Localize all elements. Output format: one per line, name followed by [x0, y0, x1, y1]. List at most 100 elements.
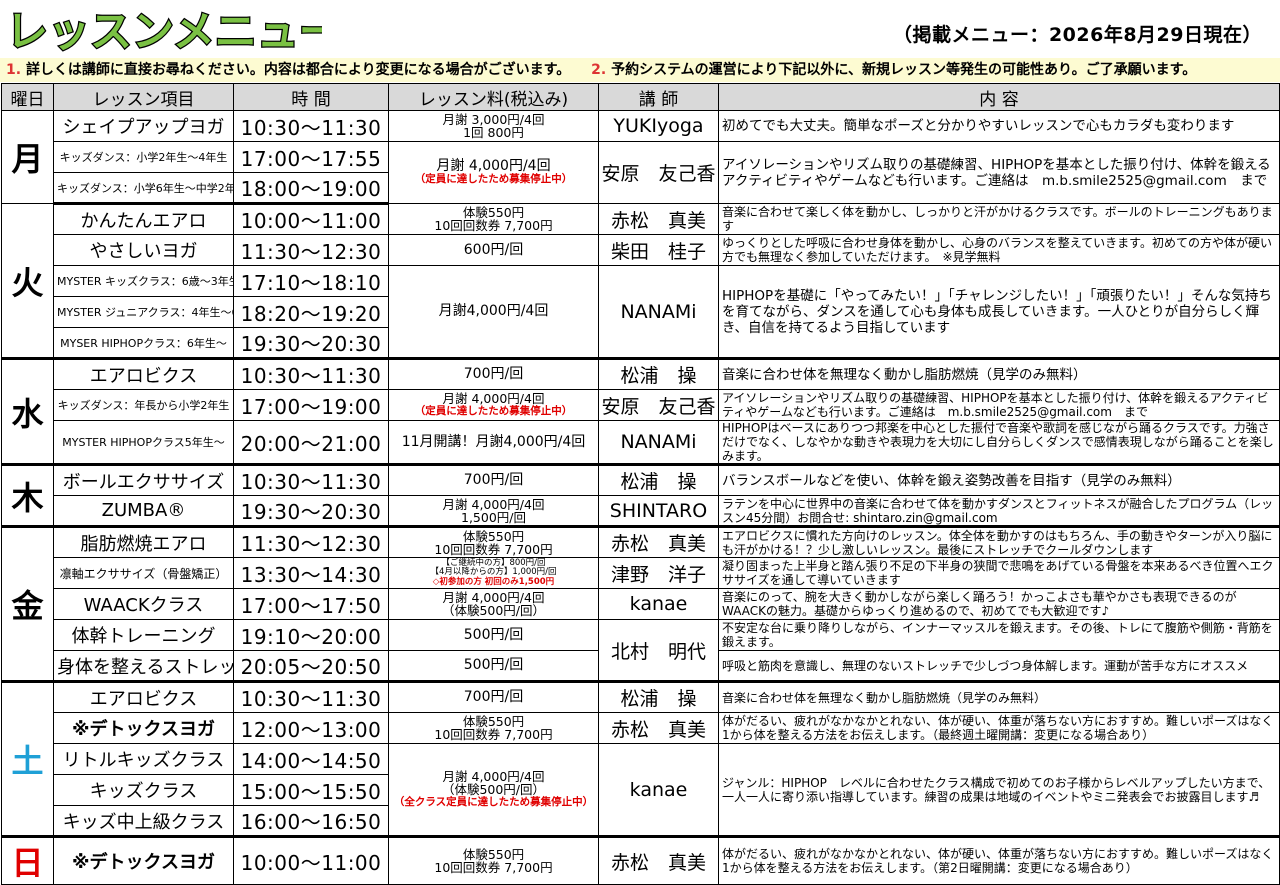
lesson-content: 初めてでも大丈夫。簡単なポーズと分かりやすいレッスンで心もカラダも変わります	[718, 110, 1280, 142]
lesson-content: HIPHOPはベースにありつつ邦楽を中心とした振付で音楽や歌詞を感じながら踊るク…	[718, 420, 1280, 466]
col-content: 内 容	[718, 83, 1280, 111]
lesson-name: 身体を整えるストレッチ	[53, 650, 234, 683]
lesson-time: 19:30～20:30	[233, 327, 389, 360]
lesson-time: 11:30～12:30	[233, 234, 389, 266]
lesson-content: エアロビクスに慣れた方向けのレッスン。体全体を動かすのはもちろん、手の動きやター…	[718, 526, 1280, 558]
lesson-time: 14:00～14:50	[233, 743, 389, 775]
col-time: 時 間	[233, 83, 389, 111]
table-row: 金 脂肪燃焼エアロ 11:30～12:30 体験550円 10回回数券 7,700…	[1, 526, 1280, 683]
lesson-fee: 700円/回	[388, 681, 599, 713]
lesson-teacher: 赤松 真美	[598, 712, 719, 744]
col-lesson: レッスン項目	[53, 83, 234, 111]
lesson-name: ボールエクササイズ	[53, 464, 234, 496]
table-row: キッズダンス：小学2年生～4年生 17:00～17:55 月謝 4,000円/4…	[2, 141, 1280, 204]
lesson-time: 17:10～18:10	[233, 265, 389, 297]
lesson-time: 11:30～12:30	[233, 526, 389, 558]
lesson-name: ※デトックスヨガ	[53, 712, 234, 744]
notice-2-number: 2.	[591, 62, 607, 78]
lesson-content: 体がだるい、疲れがなかなかとれない、体が硬い、体重が落ちない方におすすめ。難しい…	[718, 836, 1280, 885]
lesson-fee: 500円/回	[388, 650, 599, 683]
lesson-content: 凝り固まった上半身と踏ん張り不足の下半身の狭間で悲鳴をあげている骨盤を本来あるべ…	[718, 557, 1280, 589]
lesson-name: エアロビクス	[53, 681, 234, 713]
lesson-time: 15:00～15:50	[233, 774, 389, 806]
lesson-teacher: 北村 明代	[598, 619, 719, 683]
lesson-fee: 月謝 3,000円/4回 1回 800円	[388, 110, 599, 142]
lesson-name: かんたんエアロ	[53, 203, 234, 235]
day-sunday: 日	[1, 836, 54, 885]
lesson-name: やさしいヨガ	[53, 234, 234, 266]
lesson-time: 10:30～11:30	[233, 464, 389, 496]
table-row: 水 エアロビクス 10:30～11:30 700円/回 松浦 操 音楽に合わせ体…	[1, 358, 1280, 466]
lesson-time: 17:00～17:55	[233, 141, 389, 173]
lesson-teacher: YUKIyoga	[598, 110, 719, 142]
lesson-teacher: 赤松 真美	[598, 203, 719, 235]
lesson-fee: 700円/回	[388, 358, 599, 390]
lesson-time: 18:20～19:20	[233, 296, 389, 328]
lesson-name: MYSTER ジュニアクラス：4年生～6年生	[53, 296, 234, 328]
lesson-fee: 月謝 4,000円/4回 （定員に達したため募集停止中）	[388, 141, 599, 204]
lesson-name: シェイプアップヨガ	[53, 110, 234, 142]
lesson-fee: 体験550円 10回回数券 7,700円	[388, 712, 599, 744]
lesson-content: 呼吸と筋肉を意識し、無理のないストレッチで少しづつ身体解します。運動が苦手な方に…	[718, 650, 1280, 683]
table-row: WAACKクラス 17:00～17:50 月謝 4,000円/4回 （体験500円…	[2, 588, 1280, 620]
lesson-content: 体がだるい、疲れがなかなかとれない、体が硬い、体重が落ちない方におすすめ。難しい…	[718, 712, 1280, 744]
lesson-teacher: 松浦 操	[598, 358, 719, 390]
lesson-time: 19:10～20:00	[233, 619, 389, 651]
lesson-content: 音楽に合わせ体を無理なく動かし脂肪燃焼（見学のみ無料）	[718, 681, 1280, 713]
table-row: 火 かんたんエアロ 10:00～11:00 体験550円 10回回数券 7,700…	[1, 203, 1280, 360]
lesson-time: 17:00～19:00	[233, 389, 389, 421]
lesson-name: ※デトックスヨガ	[53, 836, 234, 885]
lesson-teacher: 松浦 操	[598, 464, 719, 496]
table-row: 体幹トレーニング 19:10～20:00 500円/回 北村 明代 不安定な台に…	[2, 619, 1280, 683]
lesson-fee: 体験550円 10回回数券 7,700円	[388, 526, 599, 558]
lesson-content: 音楽に合わせて楽しく体を動かし、しっかりと汗がかけるクラスです。ボールのトレーニ…	[718, 203, 1280, 235]
lesson-teacher: kanae	[598, 588, 719, 620]
table-row: ※デトックスヨガ 12:00～13:00 体験550円 10回回数券 7,700円…	[2, 712, 1280, 744]
lesson-name: MYSER HIPHOPクラス：6年生～	[53, 327, 234, 360]
lesson-time: 12:00～13:00	[233, 712, 389, 744]
lesson-fee: 月謝4,000円/4回	[388, 265, 599, 360]
lesson-content: 音楽にのって、腕を大きく動かしながら楽しく踊ろう！かっこよさも華やかさも表現でき…	[718, 588, 1280, 620]
table-row: ZUMBA® 19:30～20:30 月謝 4,000円/4回 1,500円/回 …	[2, 495, 1280, 528]
lesson-content: アイソレーションやリズム取りの基礎練習、HIPHOPを基本とした振り付け、体幹を…	[718, 389, 1280, 421]
table-row: 月 シェイプアップヨガ 10:30～11:30 月謝 3,000円/4回 1回 8…	[1, 110, 1280, 204]
lesson-name: WAACKクラス	[53, 588, 234, 620]
lesson-name: 凛軸エクササイズ（骨盤矯正）	[53, 557, 234, 589]
lesson-content: ジャンル：HIPHOP レベルに合わせたクラス構成で初めてのお子様からレベルアッ…	[718, 743, 1280, 838]
lesson-content: ラテンを中心に世界中の音楽に合わせて体を動かすダンスとフィットネスが融合したプロ…	[718, 495, 1280, 528]
lesson-time: 10:30～11:30	[233, 110, 389, 142]
col-fee: レッスン料(税込み)	[388, 83, 599, 111]
as-of-date: （掲載メニュー：2026年8月29日現在）	[892, 24, 1262, 46]
notice-1-text: 詳しくは講師に直接お尋ねください。内容は都合により変更になる場合がございます。	[25, 62, 571, 78]
day-thursday: 木	[1, 464, 54, 528]
lesson-name: MYSTER キッズクラス：6歳～3年生	[53, 265, 234, 297]
day-saturday: 土	[1, 681, 54, 838]
lesson-fee: 700円/回	[388, 464, 599, 496]
lesson-time: 10:00～11:00	[233, 836, 389, 885]
table-header-row: 曜日 レッスン項目 時 間 レッスン料(税込み) 講 師 内 容	[1, 83, 1280, 111]
table-row: 土 エアロビクス 10:30～11:30 700円/回 松浦 操 音楽に合わせ体…	[1, 681, 1280, 838]
table-row: MYSTER HIPHOPクラス5年生～ 20:00～21:00 11月開講！月…	[2, 420, 1280, 466]
col-teacher: 講 師	[598, 83, 719, 111]
lesson-name: キッズダンス：小学6年生～中学2年生	[53, 172, 234, 205]
lesson-teacher: 赤松 真美	[598, 836, 719, 885]
lesson-time: 18:00～19:00	[233, 172, 389, 205]
svg-text:レッスンメニュー: レッスンメニュー	[6, 7, 322, 56]
lesson-teacher: 赤松 真美	[598, 526, 719, 558]
lesson-name: キッズ中上級クラス	[53, 805, 234, 838]
lesson-content: 音楽に合わせ体を無理なく動かし脂肪燃焼（見学のみ無料）	[718, 358, 1280, 390]
table-row: やさしいヨガ 11:30～12:30 600円/回 柴田 桂子 ゆっくりとした呼…	[2, 234, 1280, 266]
day-wednesday: 水	[1, 358, 54, 466]
table-row: キッズダンス：年長から小学2年生 17:00～19:00 月謝 4,000円/4…	[2, 389, 1280, 421]
lesson-content: バランスボールなどを使い、体幹を鍛え姿勢改善を目指す（見学のみ無料）	[718, 464, 1280, 496]
lesson-time: 10:30～11:30	[233, 358, 389, 390]
lesson-teacher: 津野 洋子	[598, 557, 719, 589]
day-tuesday: 火	[1, 203, 54, 360]
day-friday: 金	[1, 526, 54, 683]
lesson-content: アイソレーションやリズム取りの基礎練習、HIPHOPを基本とした振り付け、体幹を…	[718, 141, 1280, 204]
lesson-teacher: kanae	[598, 743, 719, 838]
table-row: 木 ボールエクササイズ 10:30～11:30 700円/回 松浦 操 バランス…	[1, 464, 1280, 528]
lesson-fee: 月謝 4,000円/4回 （体験500円/回） （全クラス定員に達したため募集停止中…	[388, 743, 599, 838]
lesson-fee: 600円/回	[388, 234, 599, 266]
lesson-fee: 月謝 4,000円/4回 1,500円/回	[388, 495, 599, 528]
